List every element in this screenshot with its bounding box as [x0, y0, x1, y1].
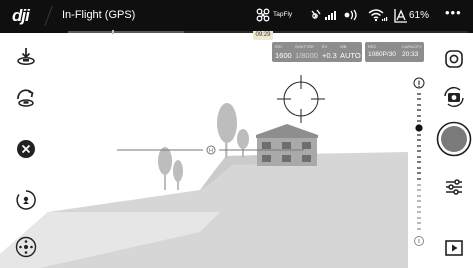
battery-icon[interactable]: [394, 8, 408, 23]
gimbal-pitch-scale[interactable]: [406, 72, 432, 248]
cancel-icon[interactable]: [13, 136, 39, 162]
playback-icon[interactable]: [444, 238, 464, 258]
capacity-label: CAPACITY: [402, 44, 422, 49]
camera-settings-icon[interactable]: [441, 46, 467, 72]
top-status-bar: dji In-Flight (GPS) TapFly 61% •••: [0, 0, 473, 33]
divider: [44, 6, 53, 26]
wifi-icon[interactable]: [368, 8, 388, 22]
switch-camera-icon[interactable]: [441, 84, 467, 110]
scale-ticks: [417, 93, 421, 122]
parameters-icon[interactable]: [441, 174, 467, 200]
resolution-value: 1080P/30: [368, 51, 396, 58]
takeoff-icon[interactable]: [13, 44, 39, 70]
dji-logo[interactable]: dji: [12, 7, 30, 25]
scale-indicator: [415, 124, 423, 132]
remote-controller-signal-icon[interactable]: [309, 8, 339, 22]
camera-viewport[interactable]: H: [0, 0, 473, 268]
more-menu-button[interactable]: •••: [445, 5, 462, 21]
wb-value: AUTO: [340, 51, 361, 60]
house: [256, 124, 318, 166]
video-signal-icon[interactable]: [343, 9, 361, 21]
crosshair: [277, 75, 325, 123]
flight-mode-status[interactable]: In-Flight (GPS): [62, 9, 135, 22]
aircraft-icon: [256, 8, 270, 22]
iso-label: ISO: [275, 44, 282, 49]
intelligent-flight-icon[interactable]: [13, 234, 39, 260]
progress-marker: [112, 30, 114, 34]
shutter-value: 1/8000: [295, 51, 318, 60]
flight-progress-fill: [68, 31, 184, 33]
iso-value: 1600: [275, 51, 292, 60]
video-settings-chip[interactable]: REC 1080P/30 CAPACITY 20:33: [365, 42, 424, 62]
aircraft-name: TapFly: [273, 11, 293, 18]
flight-timer: 09:29: [253, 31, 273, 40]
battery-percent: 61%: [409, 10, 430, 21]
ev-value: +0.3: [322, 51, 337, 60]
shutter-button[interactable]: [436, 121, 472, 157]
attitude-center-mark: H: [209, 149, 213, 155]
point-of-interest-icon[interactable]: [13, 187, 39, 213]
capacity-value: 20:33: [402, 51, 419, 58]
shutter-label: SHUTTER: [295, 44, 314, 49]
ev-label: EV: [322, 44, 328, 49]
shutter-fill: [441, 126, 467, 152]
return-home-icon[interactable]: [13, 85, 39, 111]
wb-label: WB: [340, 44, 347, 49]
video-label: REC: [368, 44, 377, 49]
camera-exposure-chip[interactable]: ISO 1600 SHUTTER 1/8000 EV +0.3 WB AUTO: [272, 42, 362, 62]
